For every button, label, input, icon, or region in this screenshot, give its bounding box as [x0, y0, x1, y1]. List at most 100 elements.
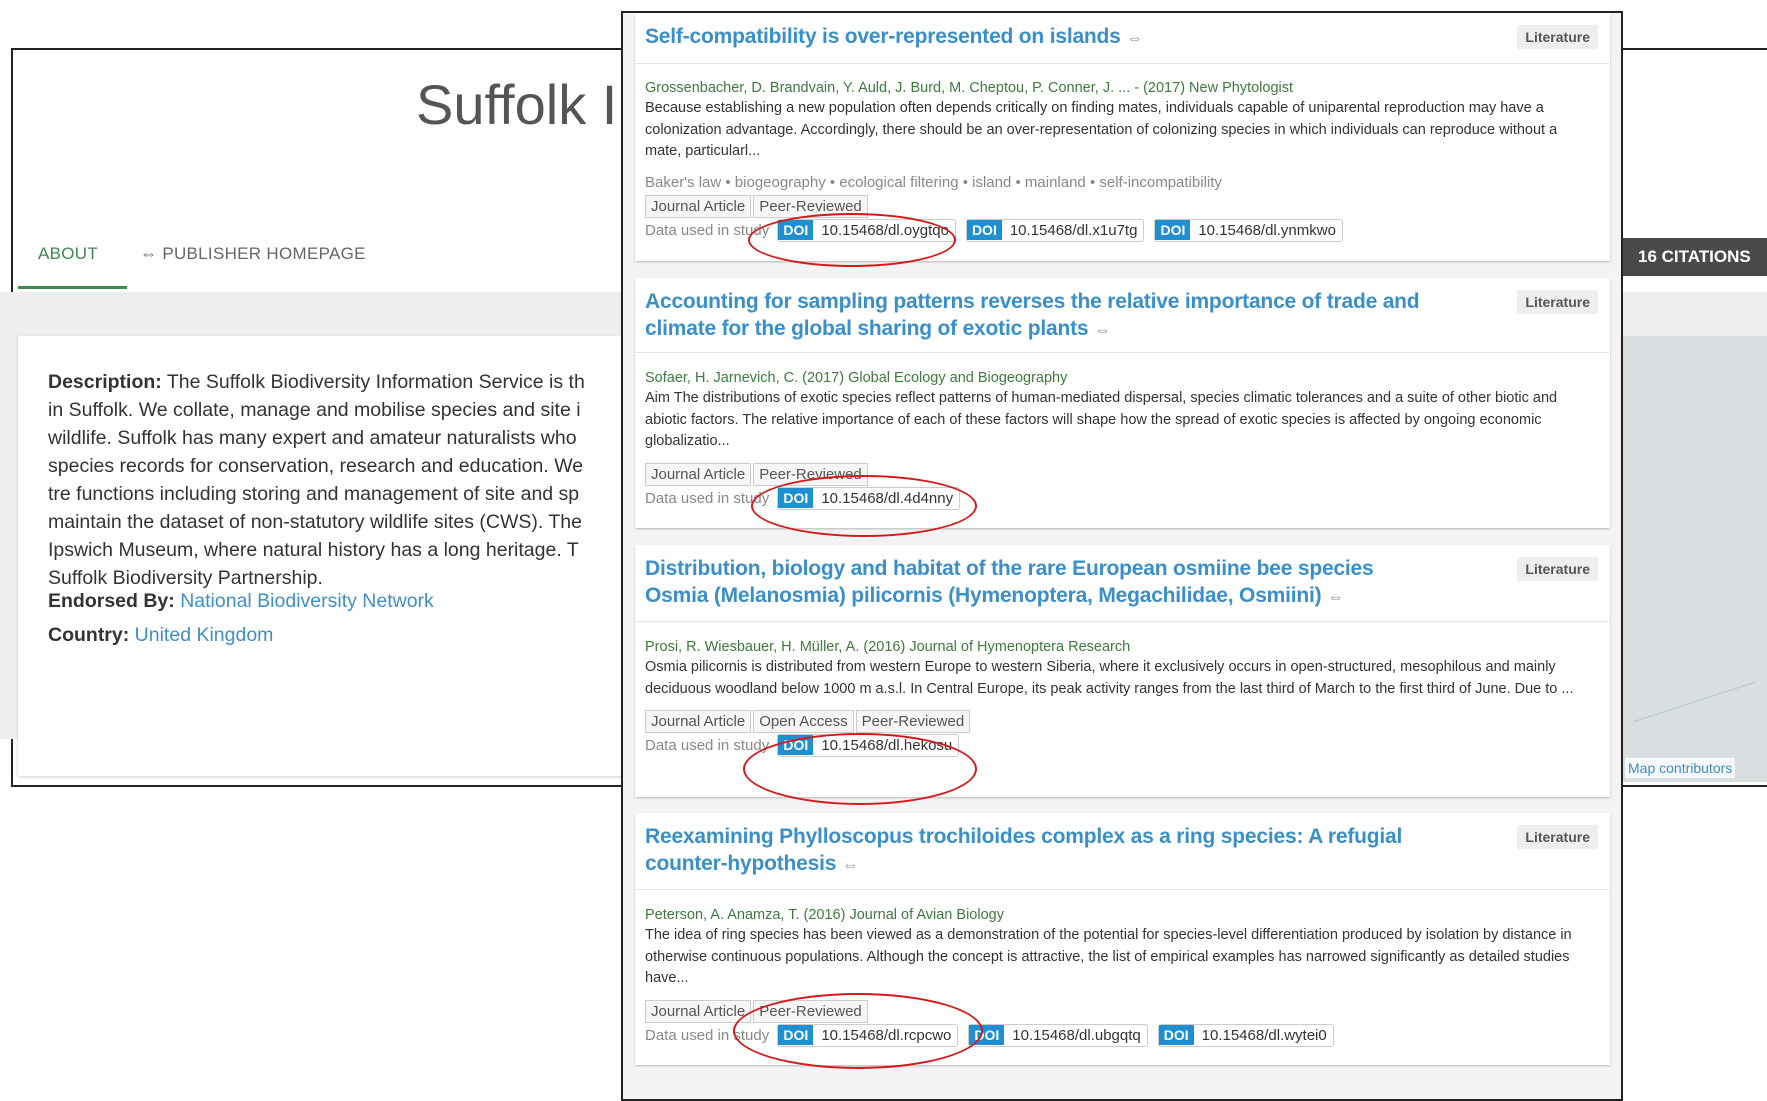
- tag-row: Journal Article Open Access Peer-Reviewed: [645, 710, 1590, 734]
- data-used-label: Data used in study: [645, 489, 770, 507]
- doi-badge: DOI: [778, 219, 814, 240]
- tag-row: Journal Article Peer-Reviewed: [645, 462, 1590, 487]
- literature-title[interactable]: Self-compatibility is over-represented o…: [645, 23, 1485, 52]
- literature-title[interactable]: Distribution, biology and habitat of the…: [645, 555, 1405, 611]
- authors: Peterson, A. Anamza, T. (2016) Journal o…: [645, 907, 1004, 923]
- authors: Sofaer, H. Jarnevich, C. (2017) Global E…: [645, 370, 1068, 386]
- country-label: Country:: [48, 624, 130, 646]
- literature-title-text[interactable]: Accounting for sampling patterns reverse…: [645, 290, 1420, 340]
- link-icon: ⇔: [1126, 30, 1143, 47]
- literature-title-text[interactable]: Reexamining Phylloscopus trochiloides co…: [645, 825, 1402, 875]
- doi-value: 10.15468/dl.ubgqtq: [1012, 1026, 1141, 1044]
- doi-badge: DOI: [969, 1024, 1005, 1045]
- description-line: wildlife. Suffolk has many expert and am…: [48, 427, 577, 449]
- abstract: Aim The distributions of exotic species …: [645, 390, 1558, 449]
- link-icon: ⇔: [1094, 322, 1111, 339]
- card-header: Reexamining Phylloscopus trochiloides co…: [635, 813, 1610, 890]
- doi-value: 10.15468/dl.oygtqo: [821, 221, 949, 239]
- doi-value: 10.15468/dl.ynmkwo: [1198, 221, 1336, 239]
- link-icon: ⇔: [1327, 589, 1344, 606]
- card-body: Peterson, A. Anamza, T. (2016) Journal o…: [645, 905, 1590, 1048]
- literature-card: Self-compatibility is over-represented o…: [635, 13, 1610, 261]
- country-link[interactable]: United Kingdom: [135, 624, 274, 646]
- doi-link[interactable]: DOI 10.15468/dl.x1u7tg: [965, 218, 1145, 242]
- doi-value: 10.15468/dl.rcpcwo: [821, 1026, 952, 1044]
- literature-title-text[interactable]: Self-compatibility is over-represented o…: [645, 25, 1121, 48]
- citations-overlay: Self-compatibility is over-represented o…: [621, 11, 1623, 1101]
- description-line: The Suffolk Biodiversity Information Ser…: [161, 371, 585, 393]
- literature-card: Accounting for sampling patterns reverse…: [635, 278, 1610, 528]
- endorsed-link[interactable]: National Biodiversity Network: [180, 590, 434, 612]
- data-used-row: Data used in study DOI 10.15468/dl.hekosu: [645, 734, 1590, 758]
- card-header: Accounting for sampling patterns reverse…: [635, 278, 1610, 353]
- authors: Prosi, R. Wiesbauer, H. Müller, A. (2016…: [645, 639, 1131, 655]
- doi-link[interactable]: DOI 10.15468/dl.rcpcwo: [777, 1023, 959, 1047]
- tag-journal-article[interactable]: Journal Article: [645, 194, 752, 218]
- tag-journal-article[interactable]: Journal Article: [645, 710, 752, 733]
- tag-row: Journal Article Peer-Reviewed: [645, 999, 1590, 1024]
- data-used-label: Data used in study: [645, 737, 770, 754]
- description-line: maintain the dataset of non-statutory wi…: [48, 511, 582, 533]
- abstract: The idea of ring species has been viewed…: [645, 927, 1572, 986]
- card-body: Grossenbacher, D. Brandvain, Y. Auld, J.…: [645, 78, 1590, 243]
- endorsed-label: Endorsed By:: [48, 590, 175, 612]
- tag-peer-reviewed[interactable]: Peer-Reviewed: [753, 999, 868, 1023]
- doi-badge: DOI: [778, 487, 814, 508]
- description-line: in Suffolk. We collate, manage and mobil…: [48, 399, 581, 421]
- card-body: Prosi, R. Wiesbauer, H. Müller, A. (2016…: [645, 637, 1590, 758]
- page-title: Suffolk I: [416, 73, 618, 136]
- doi-link[interactable]: DOI 10.15468/dl.oygtqo: [777, 218, 956, 242]
- data-used-row: Data used in study DOI 10.15468/dl.4d4nny: [645, 486, 1590, 511]
- tag-peer-reviewed[interactable]: Peer-Reviewed: [753, 462, 868, 486]
- description: Description: The Suffolk Biodiversity In…: [48, 368, 628, 592]
- tag-journal-article[interactable]: Journal Article: [645, 999, 752, 1023]
- tag-journal-article[interactable]: Journal Article: [645, 462, 752, 486]
- literature-title[interactable]: Accounting for sampling patterns reverse…: [645, 288, 1480, 344]
- tag-peer-reviewed[interactable]: Peer-Reviewed: [753, 194, 868, 218]
- description-label: Description:: [48, 371, 162, 393]
- literature-title[interactable]: Reexamining Phylloscopus trochiloides co…: [645, 823, 1445, 879]
- literature-card: Reexamining Phylloscopus trochiloides co…: [635, 813, 1610, 1065]
- literature-card: Distribution, biology and habitat of the…: [635, 545, 1610, 797]
- tag-row: Journal Article Peer-Reviewed: [645, 194, 1590, 219]
- literature-badge: Literature: [1517, 825, 1598, 849]
- description-line: Ipswich Museum, where natural history ha…: [48, 539, 579, 561]
- doi-link[interactable]: DOI 10.15468/dl.ubgqtq: [968, 1023, 1148, 1047]
- keywords: Baker's law • biogeography • ecological …: [645, 173, 1222, 191]
- doi-link[interactable]: DOI 10.15468/dl.wytei0: [1157, 1023, 1334, 1047]
- abstract: Because establishing a new population of…: [645, 100, 1558, 159]
- doi-link[interactable]: DOI 10.15468/dl.4d4nny: [777, 486, 961, 510]
- doi-link[interactable]: DOI 10.15468/dl.hekosu: [777, 734, 960, 757]
- tag-open-access[interactable]: Open Access: [753, 710, 854, 733]
- doi-badge: DOI: [778, 735, 814, 755]
- literature-badge: Literature: [1517, 557, 1598, 581]
- tab-publisher-homepage[interactable]: ⇔ PUBLISHER HOMEPAGE: [140, 244, 366, 264]
- tab-about[interactable]: ABOUT: [38, 244, 98, 264]
- card-body: Sofaer, H. Jarnevich, C. (2017) Global E…: [645, 368, 1590, 511]
- doi-value: 10.15468/dl.4d4nny: [821, 489, 954, 507]
- link-icon: ⇔: [842, 857, 859, 874]
- literature-badge: Literature: [1517, 25, 1598, 49]
- doi-badge: DOI: [778, 1024, 814, 1045]
- doi-badge: DOI: [966, 219, 1002, 240]
- description-line: Suffolk Biodiversity Partnership.: [48, 567, 323, 589]
- abstract: Osmia pilicornis is distributed from wes…: [645, 659, 1574, 697]
- description-line: species records for conservation, resear…: [48, 455, 584, 477]
- literature-title-text[interactable]: Distribution, biology and habitat of the…: [645, 557, 1374, 607]
- literature-badge: Literature: [1517, 290, 1598, 314]
- citations-tab[interactable]: 16 CITATIONS: [1622, 238, 1767, 276]
- doi-badge: DOI: [1155, 219, 1191, 240]
- card-header: Self-compatibility is over-represented o…: [635, 13, 1610, 64]
- doi-badge: DOI: [1158, 1024, 1194, 1045]
- authors: Grossenbacher, D. Brandvain, Y. Auld, J.…: [645, 80, 1294, 96]
- data-used-row: Data used in study DOI 10.15468/dl.rcpcwo…: [645, 1023, 1590, 1048]
- endorsed-by: Endorsed By: National Biodiversity Netwo…: [48, 590, 434, 613]
- map-attribution-link[interactable]: Map contributors: [1625, 758, 1736, 778]
- doi-value: 10.15468/dl.hekosu: [821, 737, 953, 754]
- data-used-label: Data used in study: [645, 221, 770, 239]
- tag-peer-reviewed[interactable]: Peer-Reviewed: [855, 710, 971, 733]
- doi-link[interactable]: DOI 10.15468/dl.ynmkwo: [1154, 218, 1343, 242]
- doi-value: 10.15468/dl.wytei0: [1201, 1026, 1327, 1044]
- description-line: tre functions including storing and mana…: [48, 483, 580, 505]
- active-tab-indicator: [18, 286, 127, 289]
